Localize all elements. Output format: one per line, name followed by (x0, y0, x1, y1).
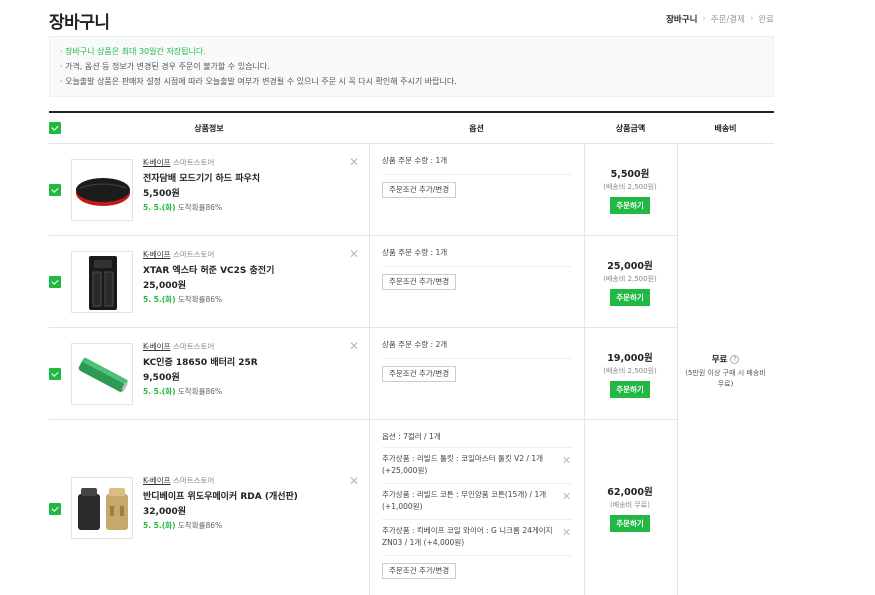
product-name[interactable]: 반디베이프 위도우메이커 RDA (개선판) (143, 489, 298, 502)
close-icon[interactable]: ✕ (349, 156, 359, 168)
pouch-image (76, 178, 130, 206)
addon-option-text: 추가상품 : 리빌드 툴킷 : 코일마스터 툴킷 V2 / 1개 (+25,00… (382, 454, 544, 475)
item-checkbox[interactable] (49, 503, 61, 515)
option-text: 상품 주문 수량 : 1개 (382, 248, 448, 257)
help-icon[interactable]: ? (730, 355, 740, 364)
close-icon[interactable]: ✕ (562, 454, 571, 467)
delivery-info: 5. 5.(화) 도착확률86% (143, 387, 223, 396)
notice-box: · 장바구니 상품은 최대 30일간 저장됩니다. · 가격, 옵션 등 정보가… (49, 36, 774, 97)
seller-link[interactable]: K-베이프 스마트스토어 (143, 341, 214, 352)
change-option-button[interactable]: 주문조건 추가/변경 (382, 563, 457, 579)
delivery-info: 5. 5.(화) 도착확률86% (143, 295, 223, 304)
close-icon[interactable]: ✕ (349, 340, 359, 352)
breadcrumb-complete: 완료 (758, 15, 774, 25)
divider (382, 519, 572, 520)
shipping-free-text: 무료 (711, 355, 728, 365)
shipping-fee: (배송비 2,500원) (603, 183, 657, 191)
product-price: 25,000원 (143, 281, 187, 291)
order-button[interactable]: 주문하기 (610, 197, 650, 214)
breadcrumb-checkout: 주문/결제 (710, 15, 745, 25)
breadcrumb: 장바구니 › 주문/결제 › 완료 (666, 13, 774, 25)
col-shipping: 배송비 (714, 124, 737, 133)
product-image[interactable] (71, 159, 133, 221)
item-checkbox[interactable] (49, 184, 61, 196)
col-product: 상품정보 (194, 124, 224, 133)
order-button[interactable]: 주문하기 (610, 381, 650, 398)
seller-link[interactable]: K-베이프 스마트스토어 (143, 157, 214, 168)
addon-option-text: 추가상품 : 킥베이프 코일 와이어 : G 니크롬 24게이지 ZN03 / … (382, 526, 553, 547)
delivery-info: 5. 5.(화) 도착확률86% (143, 521, 223, 530)
shipping-note: (5만원 이상 구매 시 배송비 무료) (685, 369, 766, 388)
divider (382, 555, 572, 556)
product-image[interactable] (71, 251, 133, 313)
battery-image (78, 357, 128, 392)
item-checkbox[interactable] (49, 368, 61, 380)
delivery-info: 5. 5.(화) 도착확률86% (143, 203, 223, 212)
seller-link[interactable]: K-베이프 스마트스토어 (143, 475, 214, 486)
item-checkbox[interactable] (49, 276, 61, 288)
notice-line: · 가격, 옵션 등 정보가 변경된 경우 주문이 불가할 수 있습니다. (60, 62, 270, 71)
breadcrumb-cart: 장바구니 (666, 15, 698, 25)
order-button[interactable]: 주문하기 (610, 515, 650, 532)
table-row: K-베이프 스마트스토어 전자담배 모드기기 하드 파우치 5,500원 5. … (49, 144, 677, 236)
cart-table: 상품정보 옵션 상품금액 배송비 K-베이프 스마트스토어 전자담배 모드기기 … (49, 111, 774, 595)
product-image[interactable] (71, 343, 133, 405)
divider (382, 266, 572, 267)
change-option-button[interactable]: 주문조건 추가/변경 (382, 182, 457, 198)
table-row: K-베이프 스마트스토어 KC인증 18650 배터리 25R 9,500원 5… (49, 328, 677, 420)
shipping-fee: (배송비 2,500원) (603, 275, 657, 283)
seller-link[interactable]: K-베이프 스마트스토어 (143, 249, 214, 260)
close-icon[interactable]: ✕ (562, 490, 571, 503)
col-option: 옵션 (469, 124, 484, 133)
item-total: 5,500원 (610, 169, 650, 180)
order-button[interactable]: 주문하기 (610, 289, 650, 306)
option-text: 상품 주문 수량 : 2개 (382, 340, 448, 349)
shipping-column: 무료 ? (5만원 이상 구매 시 배송비 무료) (677, 144, 774, 595)
change-option-button[interactable]: 주문조건 추가/변경 (382, 274, 457, 290)
close-icon[interactable]: ✕ (562, 526, 571, 539)
product-price: 9,500원 (143, 373, 180, 383)
addon-option-text: 추가상품 : 리빌드 코튼 : 무인양품 코튼(15개) / 1개 (+1,00… (382, 490, 547, 511)
product-image[interactable] (71, 477, 133, 539)
product-name[interactable]: KC인증 18650 배터리 25R (143, 355, 258, 368)
notice-line: · 장바구니 상품은 최대 30일간 저장됩니다. (60, 47, 206, 56)
page-title: 장바구니 (49, 13, 110, 33)
item-total: 25,000원 (607, 261, 653, 272)
item-total: 62,000원 (607, 487, 653, 498)
divider (382, 447, 572, 448)
product-name[interactable]: XTAR 엑스타 허준 VC2S 충전기 (143, 263, 274, 276)
product-price: 5,500원 (143, 189, 180, 199)
product-name[interactable]: 전자담배 모드기기 하드 파우치 (143, 171, 260, 184)
option-text: 옵션 : 7컬러 / 1개 (382, 432, 441, 441)
close-icon[interactable]: ✕ (349, 475, 359, 487)
divider (382, 358, 572, 359)
table-row: K-베이프 스마트스토어 반디베이프 위도우메이커 RDA (개선판) 32,0… (49, 420, 677, 595)
change-option-button[interactable]: 주문조건 추가/변경 (382, 366, 457, 382)
table-header: 상품정보 옵션 상품금액 배송비 (49, 113, 774, 144)
notice-line: · 오늘출발 상품은 판매자 설정 시점에 따라 오늘출발 여부가 변경될 수 … (60, 77, 457, 86)
option-text: 상품 주문 수량 : 1개 (382, 156, 448, 165)
chevron-right-icon: › (749, 14, 754, 24)
item-total: 19,000원 (607, 353, 653, 364)
shipping-fee: (배송비 2,500원) (603, 367, 657, 375)
divider (382, 174, 572, 175)
table-row: K-베이프 스마트스토어 XTAR 엑스타 허준 VC2S 충전기 25,000… (49, 236, 677, 328)
chevron-right-icon: › (702, 14, 706, 24)
rda-image (78, 488, 128, 530)
charger-image (89, 256, 117, 310)
close-icon[interactable]: ✕ (349, 248, 359, 260)
col-price: 상품금액 (615, 124, 646, 133)
shipping-label: 무료 ? (677, 353, 774, 365)
divider (382, 483, 572, 484)
shipping-fee: (배송비 무료) (610, 501, 650, 509)
product-price: 32,000원 (143, 507, 187, 517)
